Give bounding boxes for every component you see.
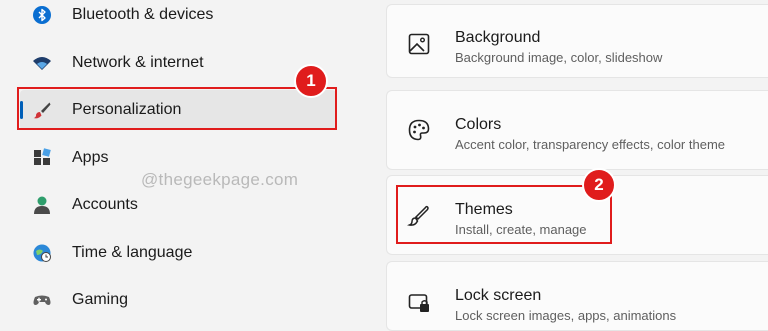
sidebar-item-network-internet[interactable]: Network & internet — [20, 43, 336, 83]
sidebar-item-label: Gaming — [72, 291, 129, 308]
card-title: Background — [455, 29, 541, 46]
card-background[interactable]: Background Background image, color, slid… — [386, 4, 768, 78]
card-lock-screen[interactable]: Lock screen Lock screen images, apps, an… — [386, 261, 768, 331]
sidebar-item-label: Personalization — [72, 101, 182, 118]
card-subtitle: Background image, color, slideshow — [455, 50, 663, 65]
watermark: @thegeekpage.com — [141, 170, 299, 189]
sidebar-item-accounts[interactable]: Accounts — [20, 185, 336, 225]
settings-sidebar: Bluetooth & devices Network & internet P… — [0, 0, 360, 318]
card-subtitle: Install, create, manage — [455, 222, 587, 237]
palette-icon — [405, 116, 433, 144]
globe-clock-icon — [32, 243, 52, 263]
bluetooth-icon — [32, 5, 52, 25]
sidebar-item-label: Accounts — [72, 196, 138, 213]
card-title: Themes — [455, 201, 513, 218]
apps-icon — [32, 148, 52, 168]
lock-screen-icon — [405, 289, 433, 317]
annotation-badge-2: 2 — [582, 168, 616, 202]
sidebar-item-personalization[interactable]: Personalization — [20, 90, 336, 130]
sidebar-item-time-language[interactable]: Time & language — [20, 233, 336, 273]
card-subtitle: Lock screen images, apps, animations — [455, 308, 677, 323]
gamepad-icon — [32, 290, 52, 310]
annotation-badge-1: 1 — [294, 64, 328, 98]
sidebar-item-gaming[interactable]: Gaming — [20, 280, 336, 320]
selection-indicator — [20, 101, 23, 119]
sidebar-item-label: Apps — [72, 149, 109, 166]
person-icon — [32, 195, 52, 215]
card-themes[interactable]: Themes Install, create, manage — [386, 175, 768, 255]
sidebar-item-label: Network & internet — [72, 54, 204, 71]
image-icon — [405, 30, 433, 58]
sidebar-item-bluetooth-devices[interactable]: Bluetooth & devices — [20, 0, 336, 35]
paintbrush-icon — [32, 100, 52, 120]
wifi-icon — [32, 53, 52, 73]
sidebar-item-label: Time & language — [72, 244, 193, 261]
card-title: Colors — [455, 116, 502, 133]
sidebar-item-label: Bluetooth & devices — [72, 6, 214, 23]
card-colors[interactable]: Colors Accent color, transparency effect… — [386, 90, 768, 170]
card-title: Lock screen — [455, 287, 542, 304]
card-subtitle: Accent color, transparency effects, colo… — [455, 137, 726, 152]
brush-icon — [405, 202, 433, 230]
